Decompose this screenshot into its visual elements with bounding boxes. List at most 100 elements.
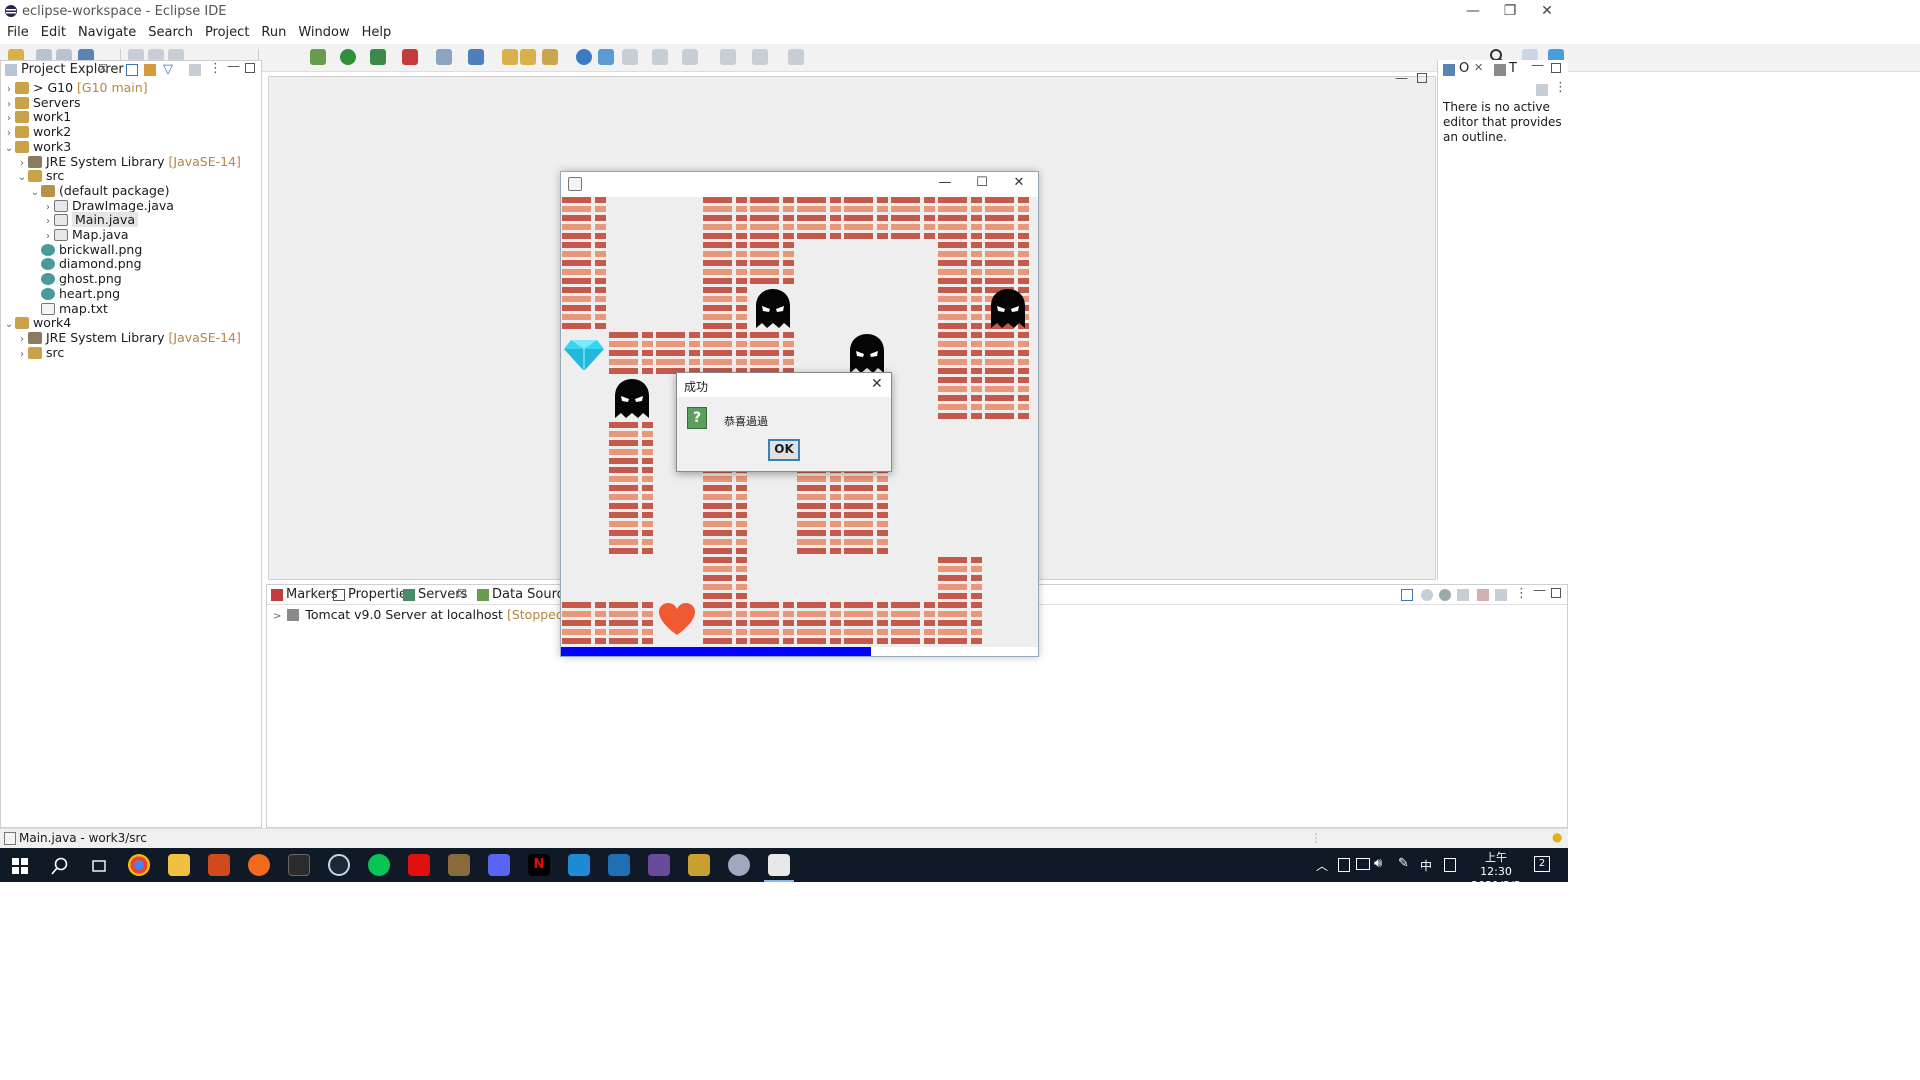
game-launcher-icon[interactable] <box>448 854 470 876</box>
task-view-icon[interactable] <box>90 857 108 875</box>
game-close-button[interactable]: ✕ <box>1000 175 1038 193</box>
java-task-icon[interactable] <box>768 854 790 876</box>
minimize-servers-icon[interactable]: — <box>1533 583 1546 598</box>
minimize-view-icon[interactable]: — <box>227 59 240 74</box>
taskbar-search-icon[interactable] <box>51 857 69 875</box>
menu-help[interactable]: Help <box>356 24 398 42</box>
focus-icon[interactable] <box>189 64 201 76</box>
back-icon[interactable] <box>720 49 736 65</box>
start-server-icon[interactable] <box>1439 589 1451 601</box>
maximize-view-icon[interactable] <box>245 63 255 73</box>
maximize-editor-icon[interactable] <box>1417 73 1427 83</box>
profile-server-icon[interactable] <box>1457 589 1469 601</box>
line-icon[interactable] <box>368 854 390 876</box>
windows-start-icon[interactable] <box>12 858 28 874</box>
new-java-project-icon[interactable] <box>436 49 452 65</box>
menu-edit[interactable]: Edit <box>35 24 72 42</box>
ok-button[interactable]: OK <box>768 439 800 461</box>
main-toolbar <box>0 44 1920 72</box>
heart-icon <box>659 603 695 635</box>
tray-chevron-icon[interactable]: ︿ <box>1316 857 1328 874</box>
open-type-icon[interactable] <box>502 49 518 65</box>
menu-file[interactable]: File <box>1 24 35 42</box>
discord-icon[interactable] <box>488 854 510 876</box>
expand-server-icon[interactable]: > <box>273 611 281 622</box>
link-editor-icon[interactable] <box>144 64 156 76</box>
collapse-servers-icon[interactable] <box>1401 589 1413 601</box>
game-maximize-button[interactable]: ☐ <box>963 175 1001 193</box>
data-source-icon <box>477 589 489 601</box>
pin-editor-icon[interactable] <box>788 49 804 65</box>
close-window-button[interactable]: ✕ <box>1524 0 1570 24</box>
brick-wall <box>985 332 1029 376</box>
maximize-servers-icon[interactable] <box>1551 588 1561 598</box>
tray-display-icon[interactable] <box>1356 858 1370 870</box>
netflix-icon[interactable]: N <box>528 854 550 876</box>
menu-search[interactable]: Search <box>142 24 199 42</box>
minimize-outline-icon[interactable]: — <box>1531 58 1544 73</box>
run-icon[interactable] <box>340 49 356 65</box>
menu-navigate[interactable]: Navigate <box>72 24 142 42</box>
server-row[interactable]: > Tomcat v9.0 Server at localhost [Stopp… <box>273 606 569 624</box>
menu-project[interactable]: Project <box>199 24 255 42</box>
tree-item[interactable]: › src <box>3 344 64 362</box>
office-icon[interactable] <box>208 854 230 876</box>
tip-bulb-icon[interactable]: ● <box>1552 830 1562 844</box>
new-class-icon[interactable] <box>468 49 484 65</box>
brick-wall <box>985 242 1029 286</box>
league-icon[interactable] <box>688 854 710 876</box>
origin-icon[interactable] <box>248 854 270 876</box>
steam-icon[interactable] <box>328 854 350 876</box>
visual-studio-icon[interactable] <box>608 854 630 876</box>
maximize-outline-icon[interactable] <box>1551 63 1561 73</box>
chrome-icon[interactable] <box>128 854 150 876</box>
menu-run[interactable]: Run <box>255 24 292 42</box>
focus-outline-icon[interactable] <box>1536 84 1548 96</box>
debug-server-icon[interactable] <box>1421 589 1433 601</box>
forward-icon[interactable] <box>752 49 768 65</box>
pen-icon[interactable]: ✎ <box>1398 856 1409 871</box>
open-resource-icon[interactable] <box>520 49 536 65</box>
game-icon[interactable] <box>648 854 670 876</box>
expand-chevron-icon[interactable]: › <box>16 346 28 364</box>
last-edit-icon[interactable] <box>682 49 698 65</box>
debug-icon[interactable] <box>310 49 326 65</box>
brick-wall <box>844 197 888 241</box>
ime-mode-icon[interactable] <box>1444 858 1456 872</box>
ime-indicator[interactable]: 中 <box>1420 857 1432 874</box>
outline-menu-icon[interactable]: ⋮ <box>1554 80 1567 95</box>
terminal-app-icon[interactable] <box>288 854 310 876</box>
search-tool-icon[interactable] <box>542 49 558 65</box>
garena-icon[interactable] <box>408 854 430 876</box>
notification-icon[interactable]: 2 <box>1534 856 1550 872</box>
tab-markers[interactable]: Markers <box>286 587 338 602</box>
servers-tool-icon[interactable] <box>598 49 614 65</box>
outline-tab[interactable]: O <box>1459 61 1469 76</box>
project-explorer-tab[interactable]: Project Explorer <box>21 62 124 77</box>
servers-menu-icon[interactable]: ⋮ <box>1515 586 1528 601</box>
minimize-editor-icon[interactable]: — <box>1395 71 1408 86</box>
close-outline-icon[interactable]: ✕ <box>1474 61 1483 74</box>
game-minimize-button[interactable]: — <box>926 175 964 193</box>
prev-annotation-icon[interactable] <box>652 49 668 65</box>
coverage-icon[interactable] <box>370 49 386 65</box>
stop-server-icon[interactable] <box>1477 589 1489 601</box>
menu-window[interactable]: Window <box>292 24 355 42</box>
task-list-tab[interactable]: T <box>1509 61 1517 76</box>
volume-icon[interactable]: 🔊︎ <box>1374 856 1382 871</box>
vscode-icon[interactable] <box>568 854 590 876</box>
filter-icon[interactable]: ▽ <box>163 62 173 77</box>
clock[interactable]: 上午 12:30 2021/3/3 <box>1468 851 1524 893</box>
close-tab-icon[interactable]: ☒ <box>98 62 108 75</box>
next-annotation-icon[interactable] <box>622 49 638 65</box>
eclipse-task-icon[interactable] <box>728 854 750 876</box>
external-tools-icon[interactable] <box>402 49 418 65</box>
file-explorer-icon[interactable] <box>168 854 190 876</box>
tray-device-icon[interactable] <box>1338 858 1350 872</box>
web-browser-icon[interactable] <box>576 49 592 65</box>
collapse-all-icon[interactable] <box>126 64 138 76</box>
close-servers-tab-icon[interactable]: ☒ <box>457 587 467 600</box>
dialog-close-button[interactable]: ✕ <box>871 376 883 392</box>
view-menu-icon[interactable]: ⋮ <box>209 61 222 76</box>
publish-icon[interactable] <box>1495 589 1507 601</box>
